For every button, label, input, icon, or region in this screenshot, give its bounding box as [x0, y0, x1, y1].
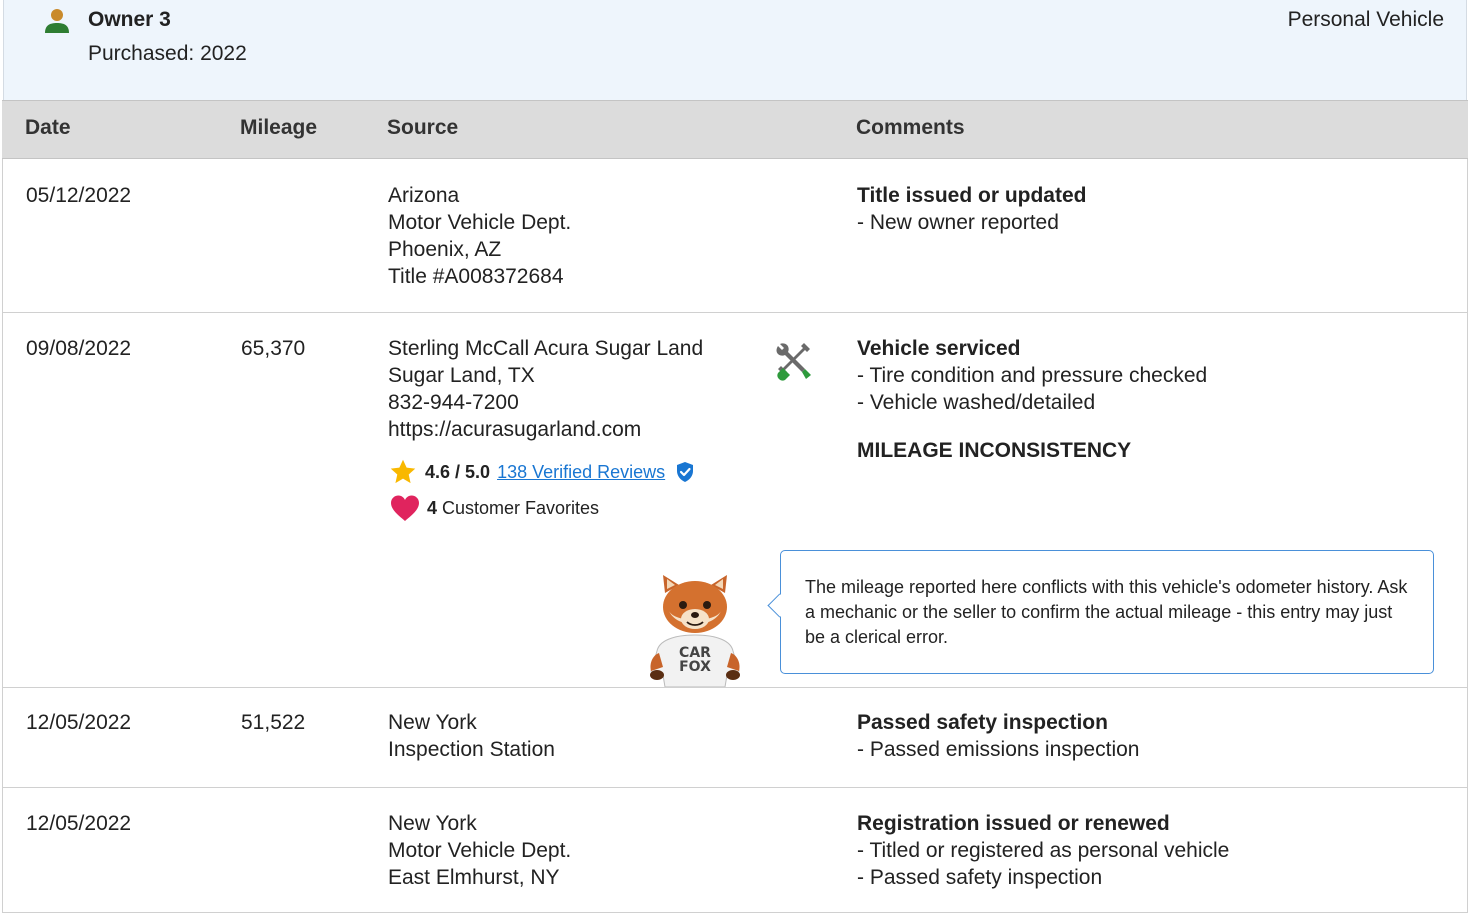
row-source: Sterling McCall Acura Sugar Land Sugar L… — [388, 335, 703, 443]
comment-item: - Passed safety inspection — [857, 866, 1103, 889]
mileage-alert-bubble: The mileage reported here conflicts with… — [780, 550, 1434, 674]
row-mileage: 65,370 — [241, 337, 306, 360]
mascot-shirt-line-2: FOX — [679, 659, 711, 675]
dealer-rating: 4.6 / 5.0 138 Verified Reviews — [389, 458, 695, 486]
comment-title: Registration issued or renewed — [857, 812, 1170, 835]
table-header: Date Mileage Source Comments — [2, 100, 1468, 159]
row-date: 12/05/2022 — [26, 711, 132, 734]
owner-header: Owner 3 Purchased: 2022 Personal Vehicle — [3, 0, 1467, 101]
row-date: 05/12/2022 — [26, 184, 132, 207]
comment-item: - Titled or registered as personal vehic… — [857, 839, 1230, 862]
star-icon — [390, 459, 416, 484]
table-row: 12/05/2022 51,522 New York Inspection St… — [2, 688, 1468, 788]
row-date: 12/05/2022 — [26, 812, 132, 835]
column-header-comments: Comments — [856, 116, 965, 139]
rating-score: 4.6 / 5.0 — [425, 461, 491, 482]
comment-item: - New owner reported — [857, 211, 1059, 234]
source-line: Phoenix, AZ — [388, 238, 502, 261]
wrench-screwdriver-icon — [776, 343, 811, 381]
customer-favorites: 4 Customer Favorites — [389, 494, 599, 522]
comment-item: - Tire condition and pressure checked — [857, 364, 1208, 387]
comment-item: - Vehicle washed/detailed — [857, 391, 1096, 414]
row-comments: Title issued or updated - New owner repo… — [857, 182, 1086, 236]
row-comments: Registration issued or renewed - Titled … — [857, 810, 1229, 891]
row-source: Arizona Motor Vehicle Dept. Phoenix, AZ … — [388, 182, 571, 290]
source-website: https://acurasugarland.com — [388, 418, 642, 441]
heart-icon — [391, 495, 419, 521]
mileage-inconsistency-title: MILEAGE INCONSISTENCY — [857, 439, 1132, 462]
person-icon — [45, 9, 69, 33]
row-source: New York Motor Vehicle Dept. East Elmhur… — [388, 810, 571, 891]
carfox-mascot-icon: CAR FOX — [650, 575, 740, 687]
row-source: New York Inspection Station — [388, 709, 555, 763]
column-header-date: Date — [25, 116, 71, 139]
source-line: East Elmhurst, NY — [388, 866, 560, 889]
comment-title: Vehicle serviced — [857, 337, 1021, 360]
source-line: Motor Vehicle Dept. — [388, 839, 572, 862]
table-row: 09/08/2022 65,370 Sterling McCall Acura … — [2, 313, 1468, 688]
table-row: 05/12/2022 Arizona Motor Vehicle Dept. P… — [2, 159, 1468, 313]
source-line: New York — [388, 812, 477, 835]
source-line: Motor Vehicle Dept. — [388, 211, 572, 234]
comment-title: Passed safety inspection — [857, 711, 1108, 734]
source-line: Inspection Station — [388, 738, 555, 761]
source-dealer-name: Sterling McCall Acura Sugar Land — [388, 337, 704, 360]
source-line: Title #A008372684 — [388, 265, 564, 288]
table-row: 12/05/2022 New York Motor Vehicle Dept. … — [2, 788, 1468, 913]
favorites-count: 4 — [427, 497, 438, 518]
column-header-source: Source — [387, 116, 459, 139]
favorites-label: Customer Favorites — [442, 497, 600, 518]
row-comments: Vehicle serviced - Tire condition and pr… — [857, 335, 1207, 416]
owner-purchased: Purchased: 2022 — [88, 42, 247, 65]
source-phone: 832-944-7200 — [388, 391, 519, 414]
owner-vehicle-type: Personal Vehicle — [1287, 8, 1444, 31]
source-location: Sugar Land, TX — [388, 364, 535, 387]
mileage-alert-message: The mileage reported here conflicts with… — [805, 577, 1408, 647]
comment-title: Title issued or updated — [857, 184, 1087, 207]
row-date: 09/08/2022 — [26, 337, 132, 360]
comment-item: - Passed emissions inspection — [857, 738, 1140, 761]
source-line: Arizona — [388, 184, 460, 207]
verified-shield-icon — [677, 462, 694, 482]
source-line: New York — [388, 711, 477, 734]
owner-name: Owner 3 — [88, 8, 171, 31]
verified-reviews-link[interactable]: 138 Verified Reviews — [497, 462, 665, 483]
row-comments: Passed safety inspection - Passed emissi… — [857, 709, 1139, 763]
column-header-mileage: Mileage — [240, 116, 318, 139]
row-mileage: 51,522 — [241, 711, 306, 734]
